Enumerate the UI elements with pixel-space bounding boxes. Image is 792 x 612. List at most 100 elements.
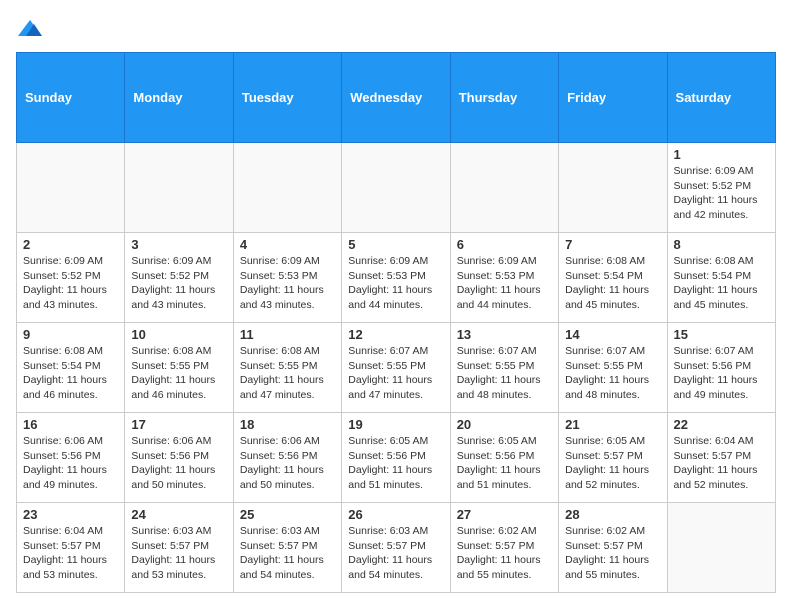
day-info: Sunrise: 6:07 AM Sunset: 5:55 PM Dayligh… — [565, 344, 660, 403]
day-info: Sunrise: 6:07 AM Sunset: 5:56 PM Dayligh… — [674, 344, 769, 403]
day-number: 25 — [240, 507, 335, 522]
calendar-cell: 28 Sunrise: 6:02 AM Sunset: 5:57 PM Dayli… — [559, 503, 667, 593]
day-number: 16 — [23, 417, 118, 432]
day-number: 17 — [131, 417, 226, 432]
day-number: 8 — [674, 237, 769, 252]
calendar-cell: 5 Sunrise: 6:09 AM Sunset: 5:53 PM Daylig… — [342, 233, 450, 323]
calendar-cell: 6Sunrise: 6:09 AM Sunset: 5:53 PM Daylig… — [450, 233, 558, 323]
calendar-cell: 24Sunrise: 6:03 AM Sunset: 5:57 PM Dayli… — [125, 503, 233, 593]
day-number: 13 — [457, 327, 552, 342]
day-info: Sunrise: 6:02 AM Sunset: 5:57 PM Dayligh… — [457, 524, 552, 583]
day-number: 18 — [240, 417, 335, 432]
logo-icon — [16, 16, 44, 44]
day-number: 9 — [23, 327, 118, 342]
day-number: 22 — [674, 417, 769, 432]
calendar-cell — [233, 143, 341, 233]
day-info: Sunrise: 6:08 AM Sunset: 5:54 PM Dayligh… — [674, 254, 769, 313]
calendar-header: SundayMondayTuesdayWednesdayThursdayFrid… — [17, 53, 776, 143]
week-row-3: 16 Sunrise: 6:06 AM Sunset: 5:56 PM Dayli… — [17, 413, 776, 503]
page-header — [16, 16, 776, 44]
day-info: Sunrise: 6:09 AM Sunset: 5:52 PM Dayligh… — [131, 254, 226, 313]
day-info: Sunrise: 6:07 AM Sunset: 5:55 PM Dayligh… — [457, 344, 552, 403]
day-number: 4 — [240, 237, 335, 252]
day-info: Sunrise: 6:09 AM Sunset: 5:53 PM Dayligh… — [240, 254, 335, 313]
day-number: 15 — [674, 327, 769, 342]
day-number: 26 — [348, 507, 443, 522]
calendar-cell: 17 Sunrise: 6:06 AM Sunset: 5:56 PM Dayli… — [125, 413, 233, 503]
logo — [16, 16, 48, 44]
calendar-cell: 1 Sunrise: 6:09 AM Sunset: 5:52 PM Daylig… — [667, 143, 775, 233]
day-number: 7 — [565, 237, 660, 252]
calendar-cell: 10 Sunrise: 6:08 AM Sunset: 5:55 PM Dayli… — [125, 323, 233, 413]
calendar-cell — [667, 503, 775, 593]
day-number: 28 — [565, 507, 660, 522]
day-info: Sunrise: 6:04 AM Sunset: 5:57 PM Dayligh… — [674, 434, 769, 493]
week-row-1: 2 Sunrise: 6:09 AM Sunset: 5:52 PM Daylig… — [17, 233, 776, 323]
day-info: Sunrise: 6:05 AM Sunset: 5:56 PM Dayligh… — [348, 434, 443, 493]
day-info: Sunrise: 6:03 AM Sunset: 5:57 PM Dayligh… — [348, 524, 443, 583]
calendar-cell: 13 Sunrise: 6:07 AM Sunset: 5:55 PM Dayli… — [450, 323, 558, 413]
day-number: 1 — [674, 147, 769, 162]
calendar-cell — [342, 143, 450, 233]
day-info: Sunrise: 6:07 AM Sunset: 5:55 PM Dayligh… — [348, 344, 443, 403]
calendar-table: SundayMondayTuesdayWednesdayThursdayFrid… — [16, 52, 776, 593]
week-row-2: 9 Sunrise: 6:08 AM Sunset: 5:54 PM Daylig… — [17, 323, 776, 413]
day-info: Sunrise: 6:08 AM Sunset: 5:55 PM Dayligh… — [240, 344, 335, 403]
calendar-cell — [559, 143, 667, 233]
calendar-cell: 2Sunrise: 6:09 AM Sunset: 5:52 PM Daylig… — [17, 233, 125, 323]
day-info: Sunrise: 6:06 AM Sunset: 5:56 PM Dayligh… — [240, 434, 335, 493]
day-info: Sunrise: 6:02 AM Sunset: 5:57 PM Dayligh… — [565, 524, 660, 583]
weekday-header-saturday: Saturday — [667, 53, 775, 143]
day-number: 19 — [348, 417, 443, 432]
calendar-cell: 9 Sunrise: 6:08 AM Sunset: 5:54 PM Daylig… — [17, 323, 125, 413]
calendar-cell — [450, 143, 558, 233]
day-info: Sunrise: 6:08 AM Sunset: 5:54 PM Dayligh… — [23, 344, 118, 403]
day-number: 11 — [240, 327, 335, 342]
calendar-cell: 21Sunrise: 6:05 AM Sunset: 5:57 PM Dayli… — [559, 413, 667, 503]
calendar-cell: 26 Sunrise: 6:03 AM Sunset: 5:57 PM Dayli… — [342, 503, 450, 593]
calendar-cell: 3 Sunrise: 6:09 AM Sunset: 5:52 PM Daylig… — [125, 233, 233, 323]
calendar-cell: 19 Sunrise: 6:05 AM Sunset: 5:56 PM Dayli… — [342, 413, 450, 503]
calendar-cell: 14Sunrise: 6:07 AM Sunset: 5:55 PM Dayli… — [559, 323, 667, 413]
day-number: 27 — [457, 507, 552, 522]
week-row-0: 1 Sunrise: 6:09 AM Sunset: 5:52 PM Daylig… — [17, 143, 776, 233]
day-number: 23 — [23, 507, 118, 522]
day-info: Sunrise: 6:04 AM Sunset: 5:57 PM Dayligh… — [23, 524, 118, 583]
day-info: Sunrise: 6:09 AM Sunset: 5:53 PM Dayligh… — [348, 254, 443, 313]
day-info: Sunrise: 6:08 AM Sunset: 5:55 PM Dayligh… — [131, 344, 226, 403]
calendar-cell: 18 Sunrise: 6:06 AM Sunset: 5:56 PM Dayli… — [233, 413, 341, 503]
day-number: 12 — [348, 327, 443, 342]
calendar-cell: 23 Sunrise: 6:04 AM Sunset: 5:57 PM Dayli… — [17, 503, 125, 593]
day-info: Sunrise: 6:03 AM Sunset: 5:57 PM Dayligh… — [240, 524, 335, 583]
calendar-cell: 15 Sunrise: 6:07 AM Sunset: 5:56 PM Dayli… — [667, 323, 775, 413]
calendar-cell: 7Sunrise: 6:08 AM Sunset: 5:54 PM Daylig… — [559, 233, 667, 323]
weekday-header-friday: Friday — [559, 53, 667, 143]
weekday-header-monday: Monday — [125, 53, 233, 143]
week-row-4: 23 Sunrise: 6:04 AM Sunset: 5:57 PM Dayli… — [17, 503, 776, 593]
calendar-cell: 25 Sunrise: 6:03 AM Sunset: 5:57 PM Dayli… — [233, 503, 341, 593]
weekday-header-tuesday: Tuesday — [233, 53, 341, 143]
day-number: 10 — [131, 327, 226, 342]
calendar-cell: 16 Sunrise: 6:06 AM Sunset: 5:56 PM Dayli… — [17, 413, 125, 503]
weekday-header-sunday: Sunday — [17, 53, 125, 143]
day-info: Sunrise: 6:06 AM Sunset: 5:56 PM Dayligh… — [23, 434, 118, 493]
calendar-cell: 8 Sunrise: 6:08 AM Sunset: 5:54 PM Daylig… — [667, 233, 775, 323]
calendar-cell: 20 Sunrise: 6:05 AM Sunset: 5:56 PM Dayli… — [450, 413, 558, 503]
day-info: Sunrise: 6:06 AM Sunset: 5:56 PM Dayligh… — [131, 434, 226, 493]
day-number: 20 — [457, 417, 552, 432]
day-number: 3 — [131, 237, 226, 252]
calendar-cell — [17, 143, 125, 233]
day-number: 24 — [131, 507, 226, 522]
day-info: Sunrise: 6:09 AM Sunset: 5:52 PM Dayligh… — [674, 164, 769, 223]
calendar-cell: 27 Sunrise: 6:02 AM Sunset: 5:57 PM Dayli… — [450, 503, 558, 593]
day-number: 2 — [23, 237, 118, 252]
day-info: Sunrise: 6:05 AM Sunset: 5:57 PM Dayligh… — [565, 434, 660, 493]
calendar-cell: 12 Sunrise: 6:07 AM Sunset: 5:55 PM Dayli… — [342, 323, 450, 413]
calendar-cell — [125, 143, 233, 233]
day-number: 6 — [457, 237, 552, 252]
calendar-cell: 22 Sunrise: 6:04 AM Sunset: 5:57 PM Dayli… — [667, 413, 775, 503]
day-info: Sunrise: 6:05 AM Sunset: 5:56 PM Dayligh… — [457, 434, 552, 493]
weekday-header-thursday: Thursday — [450, 53, 558, 143]
day-number: 5 — [348, 237, 443, 252]
weekday-header-wednesday: Wednesday — [342, 53, 450, 143]
